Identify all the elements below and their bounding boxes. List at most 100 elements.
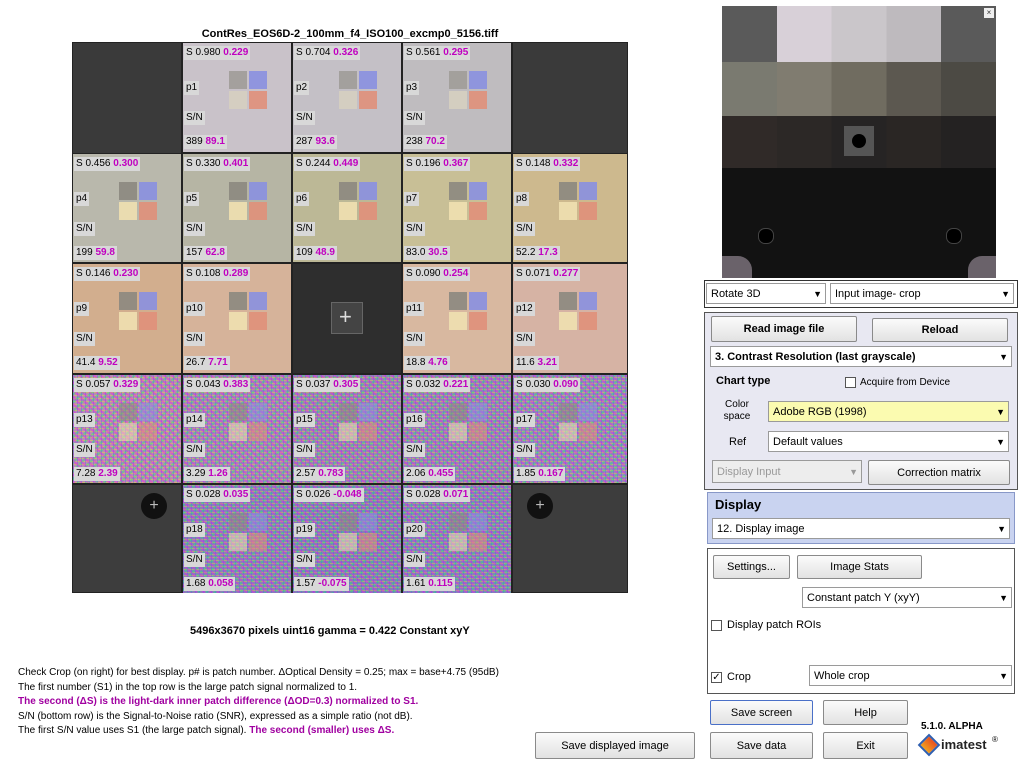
patch-snr-label: 2.06 0.455 [404,466,456,481]
patch-snr-label: 1.61 0.115 [404,577,455,591]
snr-value: 83.0 [406,246,426,258]
save-data-button[interactable]: Save data [710,732,813,759]
display-select[interactable]: 12. Display image ▼ [712,518,1010,539]
delta-signal-value: 0.305 [333,378,359,390]
patch-snr-label: 1.57 -0.075 [294,577,349,591]
sn-label: S/N [74,221,95,236]
correction-matrix-button[interactable]: Correction matrix [868,460,1010,485]
signal-value: S 0.028 [406,489,441,500]
display-input-select[interactable]: Display Input ▼ [712,460,862,483]
patch-snr-label: 7.28 2.39 [74,466,120,481]
image-stats-button[interactable]: Image Stats [797,555,922,579]
patch-number: p15 [294,412,315,427]
delta-signal-value: 0.277 [553,268,579,279]
patch-snr-label: 18.8 4.76 [404,356,450,370]
crop-select[interactable]: Whole crop ▼ [809,665,1012,686]
snr-value: 1.57 [296,578,316,589]
signal-value: S 0.057 [76,378,111,390]
patch-signal-label: S 0.561 0.295 [404,46,471,60]
delta-signal-value: 0.254 [443,268,469,279]
patch-number: p3 [404,81,420,95]
delta-snr-value: 0.167 [538,467,564,479]
sn-label: S/N [294,221,315,236]
delta-signal-value: 0.367 [443,157,469,169]
save-displayed-image-button[interactable]: Save displayed image [535,732,695,759]
patch-cell: S 0.196 0.367 p7 S/N 83.0 30.5 [402,152,512,263]
patch-number: p11 [404,302,424,316]
patch-snr-label: 11.6 3.21 [514,356,559,370]
delta-snr-value: 93.6 [315,136,335,147]
rotate-select[interactable]: Rotate 3D ▼ [706,283,826,304]
signal-value: S 0.456 [76,157,111,169]
patch-cell: S 0.561 0.295 p3 S/N 238 70.2 [402,42,512,153]
snr-value: 41.4 [76,357,96,368]
color-space-select[interactable]: Adobe RGB (1998) ▼ [768,401,1009,422]
delta-snr-value: 0.115 [428,578,453,589]
save-screen-button[interactable]: Save screen [710,700,813,725]
signal-value: S 0.146 [76,268,111,279]
patch-cell: S 0.043 0.383 p14 S/N 3.29 1.26 [182,373,292,484]
delta-signal-value: 0.230 [113,268,139,279]
registration-mark-icon: + [141,493,167,519]
snr-value: 11.6 [516,357,535,368]
patch-cell: S 0.057 0.329 p13 S/N 7.28 2.39 [72,373,182,484]
delta-signal-value: 0.326 [333,47,359,58]
snr-value: 26.7 [186,357,206,368]
patch-signal-label: S 0.037 0.305 [294,377,361,392]
read-image-button[interactable]: Read image file [711,316,857,342]
help-notes: Check Crop (on right) for best display. … [18,666,538,739]
patch-cell: S 0.108 0.289 p10 S/N 26.7 7.71 [182,263,292,374]
patch-signal-label: S 0.108 0.289 [184,267,251,281]
delta-signal-value: 0.229 [223,47,249,58]
patch-signal-label: S 0.032 0.221 [404,377,471,392]
ref-select[interactable]: Default values ▼ [768,431,1009,452]
patch-snr-label: 26.7 7.71 [184,356,230,370]
patch-snr-label: 157 62.8 [184,245,227,260]
patch-snr-label: 238 70.2 [404,135,447,149]
chevron-down-icon: ▼ [849,466,858,477]
image-view-select[interactable]: Input image- crop ▼ [830,283,1014,304]
note-line: Check Crop (on right) for best display. … [18,667,499,678]
snr-value: 238 [406,136,423,147]
patch-snr-label: 3.29 1.26 [184,466,230,481]
sn-label: S/N [294,442,315,457]
note-text: The first S/N value uses S1 (the large p… [18,725,250,736]
reload-button[interactable]: Reload [872,318,1008,342]
delta-signal-value: 0.332 [553,157,579,169]
crop-preview[interactable]: × [722,6,996,278]
settings-button[interactable]: Settings... [713,555,790,579]
patch-signal-label: S 0.057 0.329 [74,377,141,392]
patch-signal-label: S 0.043 0.383 [184,377,251,392]
signal-value: S 0.032 [406,378,441,390]
exit-button[interactable]: Exit [823,732,908,759]
chevron-down-icon: ▼ [999,592,1008,603]
snr-value: 1.85 [516,467,536,479]
patch-cell: S 0.090 0.254 p11 S/N 18.8 4.76 [402,263,512,374]
signal-value: S 0.108 [186,268,221,279]
note-line: The first S/N value uses S1 (the large p… [18,724,538,739]
delta-signal-value: 0.449 [333,157,359,169]
help-button[interactable]: Help [823,700,908,725]
signal-value: S 0.090 [406,268,441,279]
sn-label: S/N [294,111,315,125]
patch-snr-label: 389 89.1 [184,135,227,149]
signal-value: S 0.704 [296,47,331,58]
patch-signal-label: S 0.071 0.277 [514,267,581,281]
delta-snr-value: 7.71 [208,357,228,368]
chart-select[interactable]: 3. Contrast Resolution (last grayscale) ▼ [710,346,1012,367]
close-icon[interactable]: × [984,8,994,18]
patch-number: p6 [294,191,310,206]
patch-number: p8 [514,191,530,206]
delta-snr-value: 89.1 [205,136,225,147]
patch-number: p17 [514,412,535,427]
signal-value: S 0.071 [516,268,551,279]
acquire-checkbox[interactable] [845,377,856,388]
patch-mode-select[interactable]: Constant patch Y (xyY) ▼ [802,587,1012,608]
crop-checkbox[interactable]: ✓ [711,672,722,683]
display-rois-checkbox[interactable] [711,620,722,631]
patch-signal-label: S 0.028 0.035 [184,488,251,502]
image-title: ContRes_EOS6D-2_100mm_f4_ISO100_excmp0_5… [201,28,499,40]
patch-cell: S 0.146 0.230 p9 S/N 41.4 9.52 [72,263,182,374]
delta-snr-value: 62.8 [205,246,225,258]
patch-signal-label: S 0.330 0.401 [184,156,251,171]
